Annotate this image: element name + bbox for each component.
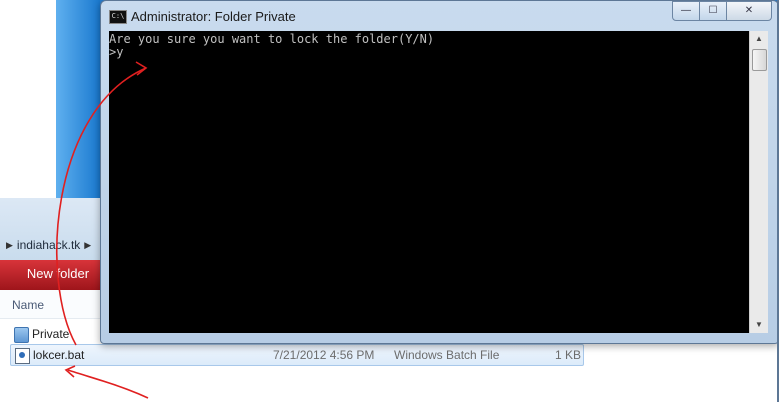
annotation-arrow-to-file [67,369,149,399]
annotation-arrow-to-console [56,67,147,346]
annotation-arrows [56,61,149,399]
